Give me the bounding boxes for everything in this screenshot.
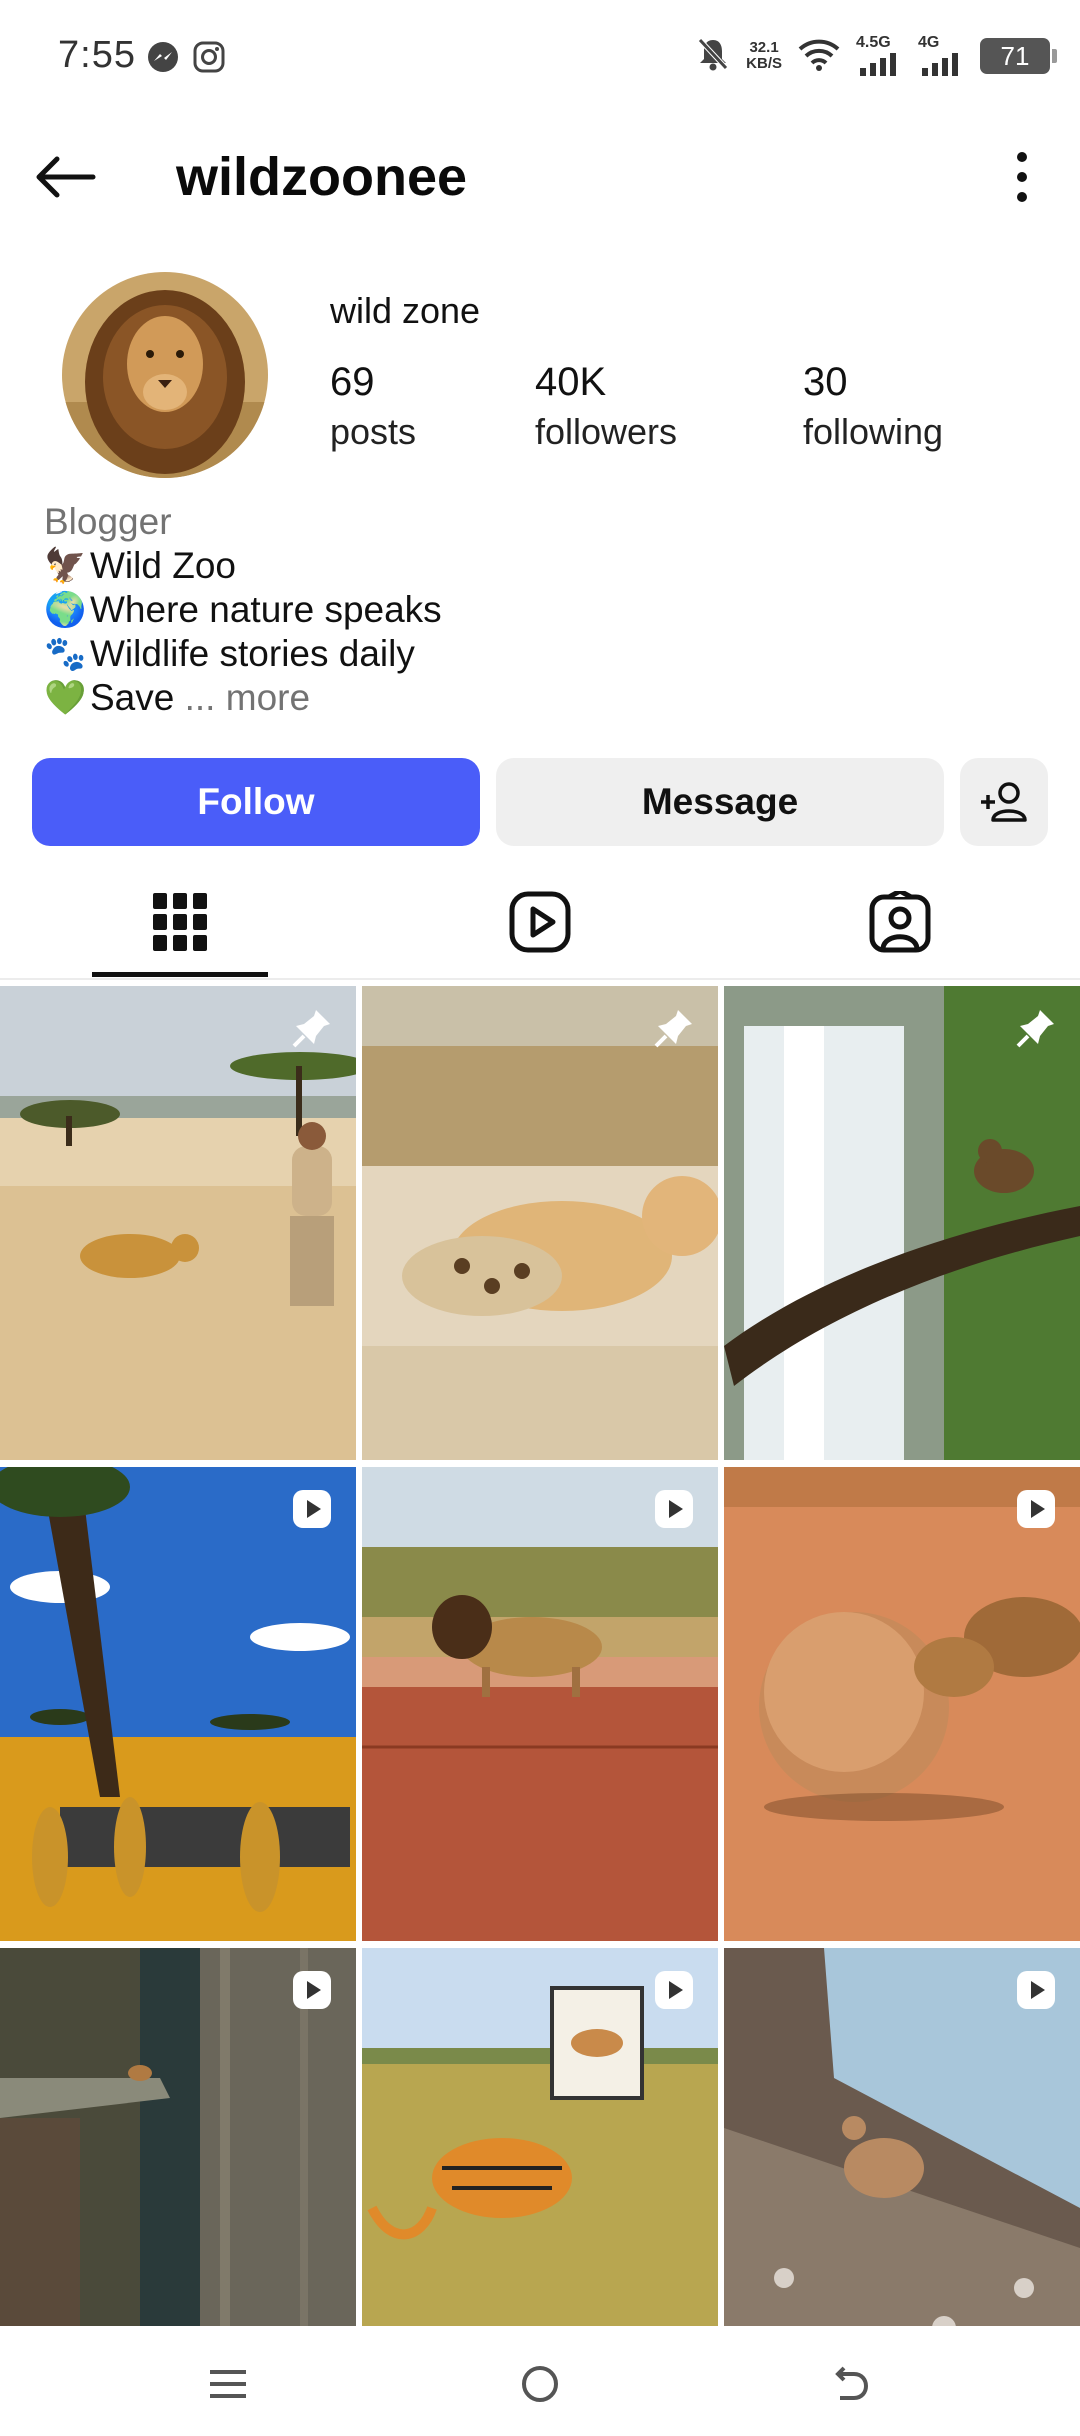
- signal-bars-icon: [922, 53, 958, 76]
- green-heart-emoji-icon: 💚: [44, 679, 87, 717]
- grid-post[interactable]: [362, 1467, 718, 1941]
- status-icons: 32.1 KB/S 4.5G 4G 71: [696, 34, 1057, 78]
- post-image: [362, 1467, 718, 1941]
- profile-username: wildzoonee: [176, 147, 468, 207]
- reels-icon: [509, 891, 571, 953]
- eagle-emoji-icon: 🦅: [44, 547, 87, 585]
- add-person-icon: [981, 782, 1027, 822]
- globe-emoji-icon: 🌍: [44, 591, 87, 629]
- network-speed: 32.1 KB/S: [746, 40, 782, 72]
- speed-unit: KB/S: [746, 55, 782, 72]
- back-gesture-icon: [835, 2366, 869, 2400]
- bio-text: Wild Zoo: [90, 545, 236, 586]
- bio-line: 🦅 Wild Zoo: [44, 544, 944, 588]
- back-button[interactable]: [30, 142, 100, 212]
- bio-more-link[interactable]: ... more: [185, 676, 310, 720]
- profile-avatar[interactable]: [62, 272, 268, 478]
- lion-avatar-image: [62, 272, 268, 478]
- stat-followers[interactable]: 40K followers: [535, 360, 677, 453]
- grid-icon: [153, 893, 207, 951]
- post-image: [0, 986, 356, 1460]
- profile-header: wildzoonee: [0, 130, 1080, 220]
- tab-reels[interactable]: [360, 866, 720, 978]
- post-image: [0, 1467, 356, 1941]
- status-bar: 7:55 32.1 KB/S 4.5G 4G 71: [0, 0, 1080, 110]
- reel-icon: [1017, 1490, 1055, 1528]
- posts-label: posts: [330, 411, 417, 452]
- messenger-icon: [146, 40, 180, 74]
- profile-category: Blogger: [44, 501, 172, 542]
- grid-post[interactable]: [0, 986, 356, 1460]
- following-label: following: [803, 411, 944, 452]
- nav-home-button[interactable]: [510, 2354, 570, 2414]
- system-nav-bar: [0, 2326, 1080, 2436]
- nav-recents-button[interactable]: [198, 2354, 258, 2414]
- bio-text: Where nature speaks: [90, 589, 442, 630]
- tab-posts-grid[interactable]: [0, 866, 360, 978]
- reel-icon: [655, 1971, 693, 2009]
- signal-1: 4.5G: [856, 34, 902, 76]
- post-image: [724, 1467, 1080, 1941]
- post-image: [724, 986, 1080, 1460]
- post-image: [362, 986, 718, 1460]
- paw-emoji-icon: 🐾: [44, 635, 87, 673]
- bio-line: 💚 Save ... more: [44, 676, 944, 720]
- follow-button[interactable]: Follow: [32, 758, 480, 846]
- pin-icon: [1016, 1010, 1054, 1048]
- message-button[interactable]: Message: [496, 758, 944, 846]
- nav-back-button[interactable]: [820, 2354, 880, 2414]
- signal-bars-icon: [860, 53, 896, 76]
- active-tab-indicator: [92, 972, 268, 977]
- profile-bio: Blogger 🦅 Wild Zoo 🌍 Where nature speaks 🐾…: [44, 500, 944, 720]
- speed-value: 32.1: [749, 39, 779, 56]
- pin-icon: [654, 1010, 692, 1048]
- instagram-icon: [192, 40, 226, 74]
- bio-text: Save: [90, 677, 175, 718]
- suggested-users-button[interactable]: [960, 758, 1048, 846]
- reel-icon: [293, 1490, 331, 1528]
- grid-post[interactable]: [362, 986, 718, 1460]
- followers-count: 40K: [535, 360, 607, 404]
- signal-2: 4G: [918, 34, 964, 76]
- bio-line: 🐾 Wildlife stories daily: [44, 632, 944, 676]
- following-count: 30: [803, 360, 848, 404]
- mute-icon: [696, 36, 730, 77]
- stat-following[interactable]: 30 following: [803, 360, 943, 453]
- bio-text: Wildlife stories daily: [90, 633, 415, 674]
- menu-icon: [210, 2370, 246, 2398]
- posts-count: 69: [330, 360, 375, 404]
- profile-tabs: [0, 866, 1080, 980]
- status-time: 7:55: [58, 34, 136, 76]
- tagged-icon: [869, 891, 931, 953]
- home-circle-icon: [522, 2366, 558, 2402]
- pin-icon: [292, 1010, 330, 1048]
- battery-indicator: 71: [980, 38, 1057, 74]
- grid-post[interactable]: [724, 986, 1080, 1460]
- followers-label: followers: [535, 411, 678, 452]
- network-type-2: 4G: [918, 34, 940, 51]
- display-name: wild zone: [330, 290, 481, 331]
- tab-tagged[interactable]: [720, 866, 1080, 978]
- reel-icon: [1017, 1971, 1055, 2009]
- reel-icon: [655, 1490, 693, 1528]
- grid-post[interactable]: [724, 1467, 1080, 1941]
- reel-icon: [293, 1971, 331, 2009]
- bio-line: 🌍 Where nature speaks: [44, 588, 944, 632]
- more-vertical-icon: [1017, 152, 1027, 202]
- more-options-button[interactable]: [992, 142, 1052, 212]
- stat-posts[interactable]: 69 posts: [330, 360, 416, 453]
- back-arrow-icon: [36, 156, 96, 198]
- grid-post[interactable]: [0, 1467, 356, 1941]
- network-type-1: 4.5G: [856, 34, 891, 51]
- wifi-icon: [798, 37, 840, 76]
